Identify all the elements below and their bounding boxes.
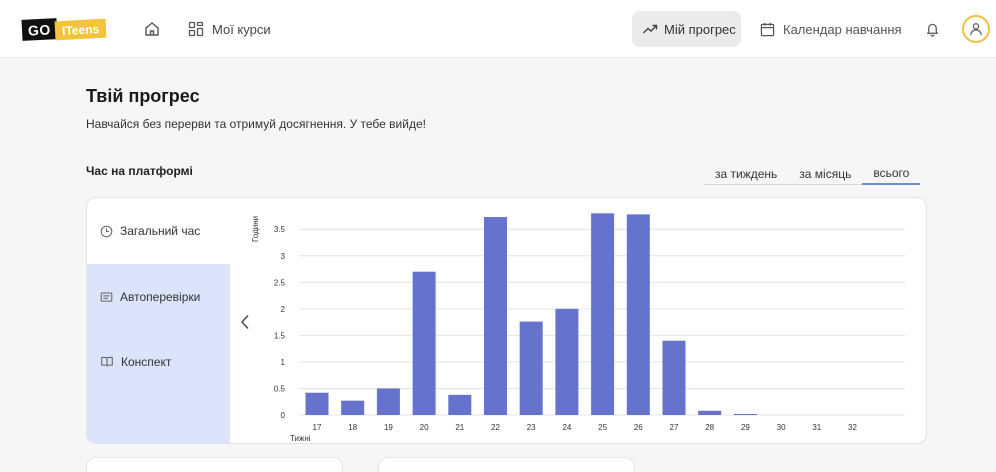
nav-calendar[interactable]: Календар навчання <box>760 17 902 41</box>
x-tick-label: 22 <box>491 423 500 432</box>
chart-bar[interactable] <box>376 388 400 415</box>
logo-go: GO <box>21 17 58 41</box>
side-item-notes[interactable]: Конспект <box>87 330 230 443</box>
chart-bar[interactable] <box>484 217 507 415</box>
chart-bar[interactable] <box>555 308 579 415</box>
clock-icon <box>100 225 113 237</box>
x-tick-label: 17 <box>313 423 322 432</box>
chart-bars <box>305 213 757 415</box>
nav-calendar-label: Календар навчання <box>783 21 902 37</box>
chart-bar[interactable] <box>626 214 650 415</box>
user-avatar[interactable] <box>962 15 990 43</box>
notifications-button[interactable] <box>921 17 943 41</box>
chart-bar[interactable] <box>733 413 757 415</box>
trending-up-icon <box>643 24 658 34</box>
x-tick-label: 18 <box>348 423 357 432</box>
book-icon <box>101 356 113 367</box>
top-header: GO ITeens Мої курси Мій прогрес Календар… <box>0 0 996 58</box>
tab-all[interactable]: всього <box>862 163 921 185</box>
page-title: Твій прогрес <box>86 86 200 106</box>
chart-bar[interactable] <box>341 400 365 415</box>
x-tick-label: 30 <box>777 423 786 432</box>
x-tick-label: 31 <box>812 423 821 432</box>
tab-month[interactable]: за місяць <box>788 163 862 185</box>
bottom-card-left <box>86 457 343 472</box>
platform-time-card: Загальний час Автоперевірки Конспект 0 0.… <box>86 197 927 444</box>
y-axis-ticks: 0 0.5 1 1.5 2 2.5 3 3.5 <box>274 225 286 420</box>
x-tick-label: 19 <box>384 423 393 432</box>
side-item-total-time-label: Загальний час <box>120 224 201 238</box>
monitor-icon <box>100 292 113 302</box>
x-tick-label: 21 <box>455 423 464 432</box>
x-tick-label: 29 <box>741 423 750 432</box>
y-tick-label: 3 <box>281 252 286 261</box>
nav-my-courses-label: Мої курси <box>212 21 271 37</box>
x-tick-label: 23 <box>527 423 536 432</box>
side-menu: Загальний час Автоперевірки Конспект <box>87 198 230 443</box>
chart-bar[interactable] <box>519 321 543 415</box>
hours-bar-chart: 0 0.5 1 1.5 2 2.5 3 3.5 17 18 19 20 21 22 23 24 25 26 27 2… <box>251 213 905 443</box>
side-item-autochecks[interactable]: Автоперевірки <box>87 264 230 330</box>
chart-bar[interactable] <box>305 392 329 415</box>
tab-week[interactable]: за тиждень <box>704 163 788 185</box>
y-tick-label: 2.5 <box>274 278 286 287</box>
x-tick-label: 24 <box>562 423 571 432</box>
side-item-total-time[interactable]: Загальний час <box>87 198 230 264</box>
home-icon <box>145 22 159 36</box>
grid-icon <box>188 21 204 37</box>
chart-bar[interactable] <box>591 213 615 415</box>
logo[interactable]: GO ITeens <box>21 17 107 41</box>
chart-bar[interactable] <box>448 394 472 415</box>
x-axis-label: Тижні <box>290 434 311 443</box>
x-tick-label: 20 <box>420 423 429 432</box>
period-tabs: за тиждень за місяць всього <box>704 163 921 185</box>
side-item-autochecks-label: Автоперевірки <box>120 290 201 304</box>
chart-bar[interactable] <box>412 271 436 415</box>
logo-iteens: ITeens <box>54 18 107 40</box>
x-tick-label: 25 <box>598 423 607 432</box>
y-tick-label: 1.5 <box>274 331 286 340</box>
calendar-icon <box>760 22 775 36</box>
nav-my-progress-label: Мій прогрес <box>664 21 736 37</box>
x-tick-label: 32 <box>848 423 857 432</box>
y-tick-label: 0.5 <box>274 384 286 393</box>
nav-my-progress[interactable]: Мій прогрес <box>632 11 741 47</box>
user-icon <box>970 23 982 36</box>
y-tick-label: 2 <box>281 305 286 314</box>
bell-icon <box>926 23 938 37</box>
nav-my-courses[interactable]: Мої курси <box>188 17 271 41</box>
y-axis-label: Години <box>251 216 260 242</box>
x-tick-label: 26 <box>634 423 643 432</box>
bottom-card-right <box>378 457 635 472</box>
side-item-notes-label: Конспект <box>121 355 172 369</box>
x-axis-ticks: 17 18 19 20 21 22 23 24 25 26 27 28 29 30 31 32 <box>313 423 858 432</box>
home-button[interactable] <box>140 17 164 41</box>
y-tick-label: 1 <box>281 358 286 367</box>
x-tick-label: 28 <box>705 423 714 432</box>
page-subtitle: Навчайся без перерви та отримуй досягнен… <box>86 117 426 131</box>
chart-bar[interactable] <box>698 410 722 415</box>
x-tick-label: 27 <box>670 423 679 432</box>
chart-bar[interactable] <box>662 340 686 415</box>
section-title: Час на платформі <box>86 164 193 178</box>
y-tick-label: 3.5 <box>274 225 286 234</box>
y-tick-label: 0 <box>281 411 286 420</box>
